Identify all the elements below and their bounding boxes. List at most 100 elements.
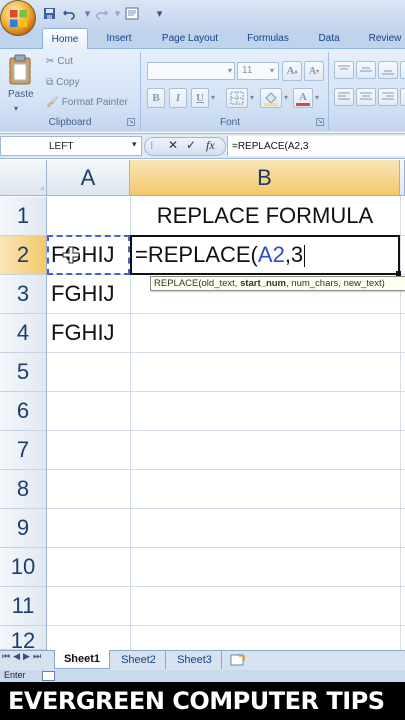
title-bar — [0, 0, 405, 28]
font-size-chevron-icon: ▾ — [270, 66, 275, 75]
enter-icon[interactable]: ✓ — [186, 138, 196, 152]
undo-icon[interactable] — [62, 6, 77, 21]
cut-icon: ✂ — [46, 56, 55, 67]
paste-icon[interactable] — [6, 54, 36, 86]
row-header-9[interactable]: 9 — [0, 509, 47, 548]
tab-data[interactable]: Data — [310, 28, 348, 49]
sheet-tab-1[interactable]: Sheet1 — [54, 650, 110, 669]
function-tooltip[interactable]: REPLACE(old_text, start_num, num_chars, … — [150, 276, 405, 291]
row-header-6[interactable]: 6 — [0, 392, 47, 431]
borders-dropdown-icon[interactable]: ▾ — [250, 93, 254, 102]
formula-text: =REPLACE(A2,3 — [232, 140, 309, 152]
column-header-b[interactable]: B — [130, 160, 400, 196]
gridline — [47, 547, 405, 548]
borders-icon[interactable] — [226, 88, 248, 108]
row-header-11[interactable]: 11 — [0, 587, 47, 626]
row-header-8[interactable]: 8 — [0, 470, 47, 509]
cell-a2[interactable]: FGHIJ — [51, 242, 115, 268]
sheet-tab-2[interactable]: Sheet2 — [112, 650, 166, 669]
tab-home[interactable]: Home — [42, 28, 88, 50]
worksheet-grid[interactable] — [0, 160, 405, 650]
cell-b1[interactable]: REPLACE FORMULA — [130, 203, 400, 229]
underline-dropdown-icon[interactable]: ▾ — [211, 93, 215, 102]
insert-function-button[interactable]: fx — [206, 138, 215, 153]
tab-insert[interactable]: Insert — [98, 28, 140, 49]
tooltip-current-arg: start_num — [240, 278, 287, 289]
tab-formulas[interactable]: Formulas — [240, 28, 296, 49]
underline-button[interactable]: U — [191, 88, 209, 108]
row-header-1[interactable]: 1 — [0, 197, 47, 236]
caption-banner: EVERGREEN COMPUTER TIPS — [0, 682, 405, 720]
paste-button[interactable]: Paste — [8, 89, 34, 100]
sheet-tab-3[interactable]: Sheet3 — [168, 650, 222, 669]
select-all-corner[interactable] — [0, 160, 47, 196]
gridline — [47, 508, 405, 509]
font-color-dropdown-icon[interactable]: ▾ — [315, 93, 319, 102]
row-header-3[interactable]: 3 — [0, 275, 47, 314]
clipboard-launcher-icon[interactable]: ↘ — [127, 118, 135, 126]
cell-a4[interactable]: FGHIJ — [51, 320, 115, 346]
cut-label: Cut — [57, 56, 73, 67]
align-middle-icon[interactable] — [356, 61, 376, 79]
tab-page-layout[interactable]: Page Layout — [152, 28, 228, 49]
sheet-nav-arrows-icon[interactable]: ⏮◀▶⏭ — [2, 652, 44, 662]
row-header-7[interactable]: 7 — [0, 431, 47, 470]
insert-sheet-icon[interactable] — [226, 650, 250, 669]
row-header-2[interactable]: 2 — [0, 236, 47, 275]
align-bottom-icon[interactable] — [378, 61, 398, 79]
copy-button[interactable]: ⧉ Copy — [46, 77, 80, 88]
column-header-a[interactable]: A — [47, 160, 130, 196]
tooltip-function: REPLACE(old_text, — [154, 278, 241, 289]
fill-color-icon[interactable] — [260, 88, 282, 108]
redo-dropdown-icon[interactable]: ▾ — [110, 6, 125, 21]
print-preview-icon[interactable] — [124, 6, 139, 21]
row-header-10[interactable]: 10 — [0, 548, 47, 587]
fill-color-dropdown-icon[interactable]: ▾ — [284, 93, 288, 102]
format-painter-button[interactable]: 🖌 Format Painter — [46, 97, 128, 108]
decrease-indent-icon[interactable] — [400, 88, 405, 106]
align-top-icon[interactable] — [334, 61, 354, 79]
font-name-chevron-icon: ▾ — [228, 66, 233, 75]
format-painter-icon: 🖌 — [46, 97, 59, 108]
font-name-dropdown[interactable] — [147, 62, 235, 80]
align-center-icon[interactable] — [356, 88, 376, 106]
align-right-icon[interactable] — [378, 88, 398, 106]
redo-icon[interactable] — [94, 6, 109, 21]
status-mode: Enter — [4, 670, 26, 680]
name-box[interactable]: LEFT — [0, 136, 142, 156]
row-header-12[interactable]: 12 — [0, 626, 47, 653]
cell-cursor-icon — [62, 246, 80, 264]
font-color-icon[interactable]: A — [293, 88, 313, 108]
cell-b2-editor[interactable]: =REPLACE(A2,3 — [135, 242, 306, 268]
office-button[interactable] — [0, 0, 36, 36]
cut-button[interactable]: ✂ Cut — [46, 56, 73, 67]
row-header-4[interactable]: 4 — [0, 314, 47, 353]
grow-font-icon[interactable]: A ▴ — [282, 61, 302, 81]
status-bar: Enter — [0, 670, 405, 682]
font-launcher-icon[interactable]: ↘ — [316, 118, 324, 126]
name-box-dropdown-icon[interactable]: ▾ — [132, 140, 137, 150]
row-header-5[interactable]: 5 — [0, 353, 47, 392]
paste-dropdown-icon[interactable]: ▾ — [14, 104, 18, 113]
align-left-icon[interactable] — [334, 88, 354, 106]
cell-b2-formula-prefix: =REPLACE( — [135, 242, 258, 267]
orientation-icon[interactable] — [400, 61, 405, 79]
gridline — [47, 586, 405, 587]
format-painter-label: Format Painter — [61, 97, 128, 108]
gridline — [400, 196, 401, 650]
italic-button[interactable]: I — [169, 88, 187, 108]
formula-input[interactable]: =REPLACE(A2,3 — [227, 136, 405, 156]
column-header-c[interactable] — [400, 160, 405, 196]
customize-toolbar-icon[interactable]: ▾ — [152, 6, 167, 21]
office-logo-icon — [9, 9, 28, 28]
clipboard-group-label: Clipboard — [48, 117, 92, 128]
tab-review[interactable]: Review — [362, 28, 405, 49]
cancel-icon[interactable]: ✕ — [168, 138, 178, 152]
text-caret — [304, 245, 306, 268]
cell-a3[interactable]: FGHIJ — [51, 281, 115, 307]
undo-dropdown-icon[interactable]: ▾ — [80, 6, 95, 21]
bold-button[interactable]: B — [147, 88, 165, 108]
shrink-font-icon[interactable]: A ▾ — [304, 61, 324, 81]
macro-record-icon[interactable] — [42, 671, 55, 681]
save-icon[interactable] — [42, 6, 57, 21]
